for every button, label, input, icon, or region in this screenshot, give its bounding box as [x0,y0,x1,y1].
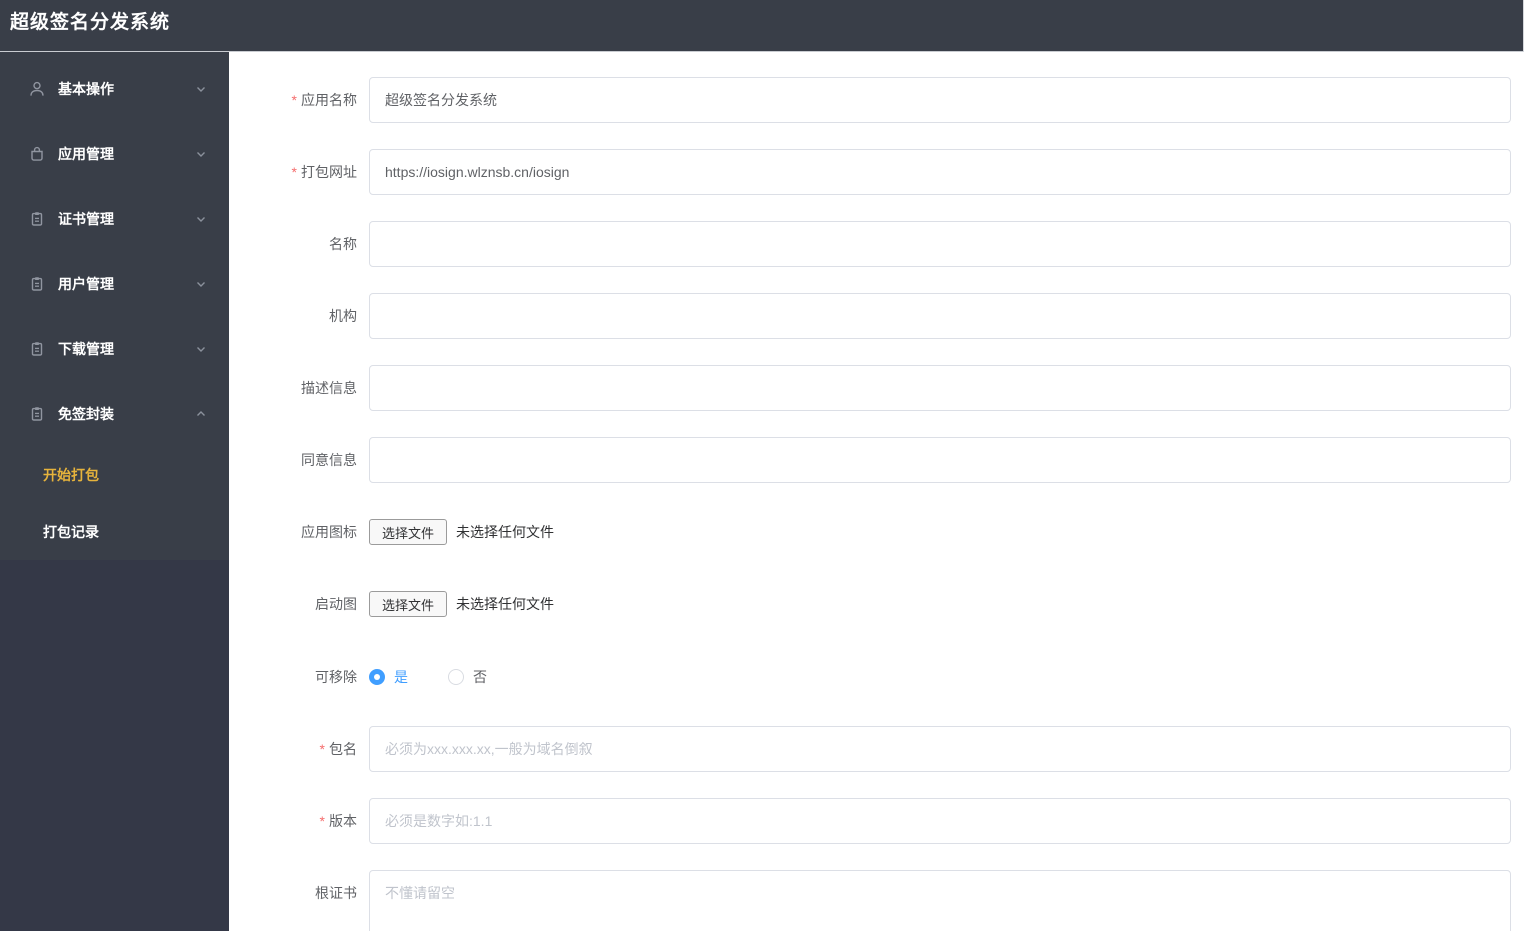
file-status-text: 未选择任何文件 [456,524,555,540]
sidebar-item-nosign-packaging[interactable]: 免签封装 [0,381,229,446]
field-label: * 包名 [319,741,357,757]
radio-option-yes[interactable]: 是 [369,667,408,687]
sidebar: 基本操作 应用管理 证书管理 用户管理 下载管理 免签封装 开始打包 打包记录 [0,52,229,931]
agreement-input[interactable] [369,437,1511,483]
sidebar-item-label: 下载管理 [58,340,114,357]
clipboard-icon [28,210,46,228]
required-asterisk: * [291,92,297,108]
radio-checked-icon [369,669,385,685]
field-label: 同意信息 [301,452,357,468]
name-input[interactable] [369,221,1511,267]
form-row-version: * 版本 [229,798,1511,844]
field-label: * 应用名称 [291,92,357,108]
radio-label: 是 [394,669,408,685]
app-window: 超级签名分发系统 基本操作 应用管理 证书管理 用户管理 下载管理 免签封装 开… [0,0,1536,931]
field-label: 名称 [329,236,357,252]
form-row-package-name: * 包名 [229,726,1511,772]
form-row-app-name: * 应用名称 [229,77,1511,123]
form-row-agreement: 同意信息 [229,437,1511,483]
sidebar-item-label: 基本操作 [58,80,114,97]
form-row-description: 描述信息 [229,365,1511,411]
root-cert-input[interactable] [369,870,1511,931]
field-label: * 打包网址 [291,164,357,180]
chevron-down-icon [195,213,207,225]
form-row-organization: 机构 [229,293,1511,339]
choose-file-button[interactable]: 选择文件 [369,591,448,617]
sidebar-item-label: 用户管理 [58,275,114,292]
version-input[interactable] [369,798,1511,844]
clipboard-icon [28,275,46,293]
field-label: 根证书 [315,885,357,901]
form-row-root-cert: 根证书 [229,870,1511,931]
sidebar-item-label: 免签封装 [58,405,114,422]
radio-option-no[interactable]: 否 [448,667,487,687]
scrollbar-track[interactable] [1523,0,1536,52]
radio-unchecked-icon [448,669,464,685]
bag-icon [28,145,46,163]
choose-file-button[interactable]: 选择文件 [369,519,448,545]
chevron-down-icon [195,148,207,160]
required-asterisk: * [319,813,325,829]
field-label: * 版本 [319,813,357,829]
radio-label: 否 [473,669,487,685]
sidebar-menu: 基本操作 应用管理 证书管理 用户管理 下载管理 免签封装 开始打包 打包记录 [0,52,229,560]
chevron-down-icon [195,278,207,290]
field-label: 启动图 [315,596,357,612]
app-title: 超级签名分发系统 [10,12,171,33]
clipboard-icon [28,405,46,423]
sidebar-item-label: 证书管理 [58,210,114,227]
form-row-package-url: * 打包网址 [229,149,1511,195]
package-name-input[interactable] [369,726,1511,772]
form-row-removable: 可移除 是 否 [229,664,1511,690]
main-content: *应用名称 *打包网址 名称 机构 描述信息 同意信息 应用图标 选择文件 [229,52,1536,931]
description-input[interactable] [369,365,1511,411]
field-label: 机构 [329,308,357,324]
chevron-up-icon [195,408,207,420]
form-row-app-icon: 应用图标 选择文件 未选择任何文件 [229,519,1511,545]
user-icon [28,80,46,98]
sidebar-item-label: 应用管理 [58,145,114,162]
sidebar-subitem-start-package[interactable]: 开始打包 [0,446,229,503]
form-row-launch-image: 启动图 选择文件 未选择任何文件 [229,591,1511,617]
organization-input[interactable] [369,293,1511,339]
required-asterisk: * [291,164,297,180]
clipboard-icon [28,340,46,358]
sidebar-item-download-management[interactable]: 下载管理 [0,316,229,381]
chevron-down-icon [195,83,207,95]
top-header: 超级签名分发系统 [0,0,1536,52]
field-label: 应用图标 [301,524,357,540]
sidebar-item-basic-operations[interactable]: 基本操作 [0,56,229,121]
sidebar-item-app-management[interactable]: 应用管理 [0,121,229,186]
form-row-name: 名称 [229,221,1511,267]
file-status-text: 未选择任何文件 [456,596,555,612]
sidebar-subitem-label: 开始打包 [43,466,99,483]
sidebar-item-cert-management[interactable]: 证书管理 [0,186,229,251]
sidebar-item-user-management[interactable]: 用户管理 [0,251,229,316]
sidebar-subitem-package-records[interactable]: 打包记录 [0,503,229,560]
chevron-down-icon [195,343,207,355]
field-label: 描述信息 [301,380,357,396]
package-url-input[interactable] [369,149,1511,195]
sidebar-subitem-label: 打包记录 [43,523,99,540]
field-label: 可移除 [315,669,357,685]
required-asterisk: * [319,741,325,757]
app-name-input[interactable] [369,77,1511,123]
